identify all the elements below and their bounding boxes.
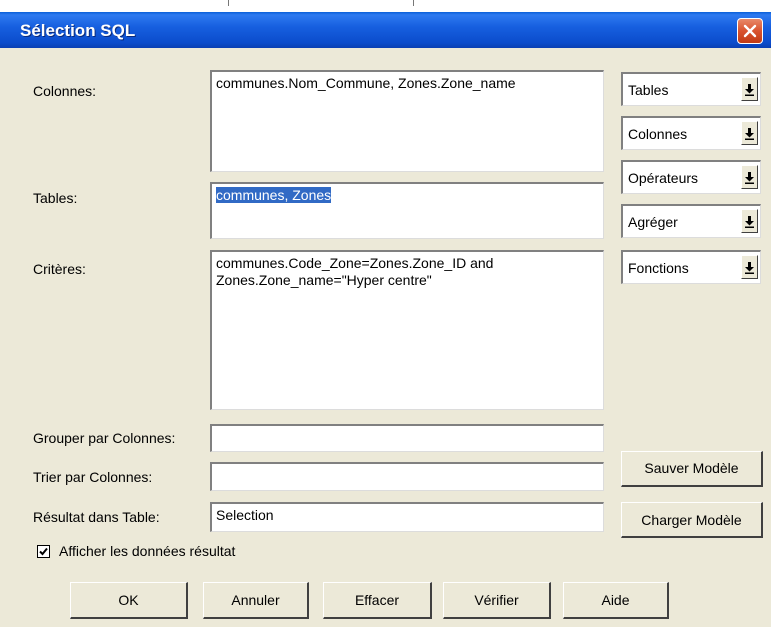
charger-modele-label: Charger Modèle (641, 512, 742, 528)
tables-dropdown-button[interactable] (741, 77, 758, 101)
tables-dropdown[interactable]: Tables (621, 72, 761, 106)
tick-mark (228, 0, 229, 6)
ok-button[interactable]: OK (70, 582, 188, 619)
sql-selection-dialog: Sélection SQL Colonnes: Tables: Critères… (0, 0, 771, 627)
aide-button[interactable]: Aide (563, 582, 669, 619)
colonnes-label: Colonnes: (33, 83, 97, 99)
tables-label: Tables: (33, 190, 78, 206)
afficher-resultat-checkbox[interactable] (37, 545, 50, 558)
fonctions-dropdown-value: Fonctions (628, 260, 689, 276)
verifier-button[interactable]: Vérifier (443, 582, 551, 619)
colonnes-dropdown[interactable]: Colonnes (621, 116, 761, 150)
aide-label: Aide (601, 592, 630, 608)
criteres-label: Critères: (33, 261, 86, 277)
close-button[interactable] (737, 18, 763, 44)
dropdown-arrow-icon (745, 128, 754, 140)
annuler-label: Annuler (231, 592, 280, 608)
colonnes-dropdown-value: Colonnes (628, 126, 688, 142)
agreger-dropdown-button[interactable] (741, 209, 758, 233)
background-strip (0, 0, 771, 12)
operateurs-dropdown[interactable]: Opérateurs (621, 160, 761, 194)
fonctions-dropdown-button[interactable] (741, 255, 758, 279)
resultat-label: Résultat dans Table: (33, 509, 160, 525)
colonnes-value: communes.Nom_Commune, Zones.Zone_name (216, 75, 516, 91)
resultat-value: Selection (216, 507, 274, 523)
checkmark-icon (39, 547, 48, 556)
resultat-field[interactable]: Selection (210, 502, 604, 532)
fonctions-dropdown[interactable]: Fonctions (621, 250, 761, 284)
tables-dropdown-value: Tables (628, 82, 669, 98)
afficher-resultat-label: Afficher les données résultat (59, 543, 236, 559)
tick-mark (413, 0, 414, 6)
effacer-button[interactable]: Effacer (323, 582, 432, 619)
operateurs-dropdown-button[interactable] (741, 165, 758, 189)
agreger-dropdown[interactable]: Agréger (621, 204, 761, 238)
colonnes-field[interactable]: communes.Nom_Commune, Zones.Zone_name (210, 70, 604, 172)
dropdown-arrow-icon (745, 262, 754, 274)
tables-value: communes, Zones (216, 187, 332, 203)
title-bar: Sélection SQL (0, 12, 771, 48)
charger-modele-button[interactable]: Charger Modèle (621, 502, 763, 538)
window-title: Sélection SQL (20, 21, 136, 40)
grouper-label: Grouper par Colonnes: (33, 430, 176, 446)
criteres-field[interactable]: communes.Code_Zone=Zones.Zone_ID and Zon… (210, 250, 604, 410)
annuler-button[interactable]: Annuler (203, 582, 309, 619)
tables-field[interactable]: communes, Zones (210, 182, 604, 239)
effacer-label: Effacer (354, 592, 400, 608)
grouper-field[interactable] (210, 424, 604, 452)
dropdown-arrow-icon (745, 84, 754, 96)
colonnes-dropdown-button[interactable] (741, 121, 758, 145)
dropdown-arrow-icon (745, 216, 754, 228)
sauver-modele-label: Sauver Modèle (644, 460, 739, 476)
agreger-dropdown-value: Agréger (628, 214, 678, 230)
ok-label: OK (118, 592, 139, 608)
criteres-value: communes.Code_Zone=Zones.Zone_ID and Zon… (216, 255, 494, 288)
sauver-modele-button[interactable]: Sauver Modèle (621, 451, 763, 487)
dropdown-arrow-icon (745, 172, 754, 184)
trier-field[interactable] (210, 462, 604, 491)
trier-label: Trier par Colonnes: (33, 469, 153, 485)
verifier-label: Vérifier (474, 592, 519, 608)
close-icon (743, 24, 757, 38)
operateurs-dropdown-value: Opérateurs (628, 170, 699, 186)
